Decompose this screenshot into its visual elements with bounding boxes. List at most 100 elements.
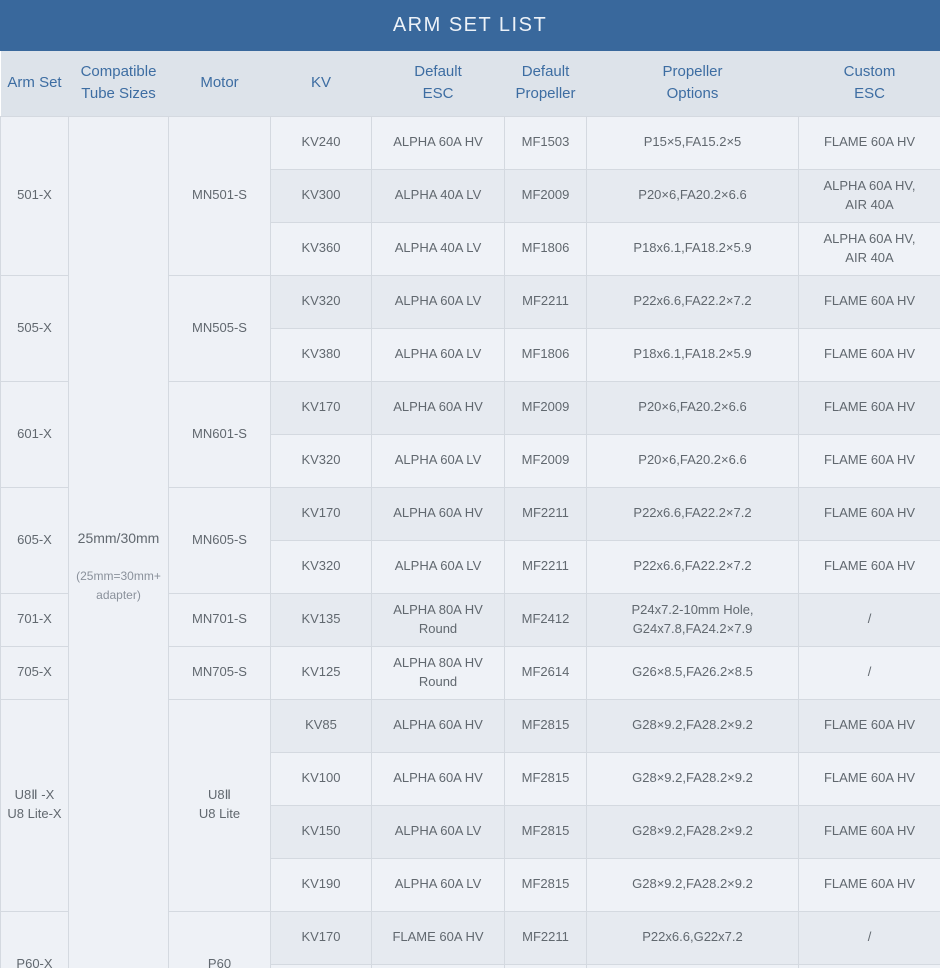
cell-kv: KV170 <box>271 487 372 540</box>
cell-arm-set: 705-X <box>1 646 69 699</box>
tube-size-note: (25mm=30mm+ adapter) <box>72 567 165 604</box>
cell-propeller-options: P24x7.2-10mm Hole, G24x7.8,FA24.2×7.9 <box>587 593 799 646</box>
cell-motor: MN505-S <box>169 275 271 381</box>
cell-arm-set: 601-X <box>1 381 69 487</box>
cell-default-esc: ALPHA 60A LV <box>372 275 505 328</box>
cell-arm-set: U8Ⅱ -X U8 Lite-X <box>1 699 69 911</box>
cell-default-esc: ALPHA 40A LV <box>372 169 505 222</box>
cell-custom-esc <box>799 964 940 968</box>
cell-motor: MN605-S <box>169 487 271 593</box>
column-header-custom-esc: Custom ESC <box>799 51 940 116</box>
cell-kv: KV360 <box>271 222 372 275</box>
header-row: Arm Set Compatible Tube Sizes Motor KV D… <box>1 51 940 116</box>
cell-kv: KV135 <box>271 593 372 646</box>
cell-default-propeller: MF2614 <box>505 646 587 699</box>
cell-propeller-options: G28×9.2,FA28.2×9.2 <box>587 752 799 805</box>
cell-propeller-options: G28×9.2,FA28.2×9.2 <box>587 699 799 752</box>
tube-size-main: 25mm/30mm <box>72 528 165 548</box>
column-header-arm-set: Arm Set <box>1 51 69 116</box>
cell-custom-esc: / <box>799 646 940 699</box>
cell-default-esc: ALPHA 60A HV <box>372 752 505 805</box>
cell-default-propeller: MF2815 <box>505 699 587 752</box>
cell-arm-set: 701-X <box>1 593 69 646</box>
column-header-motor: Motor <box>169 51 271 116</box>
cell-custom-esc: FLAME 60A HV <box>799 434 940 487</box>
column-header-default-propeller: Default Propeller <box>505 51 587 116</box>
cell-propeller-options: P22x6.6,FA22.2×7.2 <box>587 487 799 540</box>
cell-custom-esc: FLAME 60A HV <box>799 540 940 593</box>
cell-default-propeller: MF2815 <box>505 858 587 911</box>
cell-motor: U8Ⅱ U8 Lite <box>169 699 271 911</box>
cell-custom-esc: FLAME 60A HV <box>799 858 940 911</box>
cell-default-esc: ALPHA 60A HV <box>372 487 505 540</box>
cell-kv: KV300 <box>271 169 372 222</box>
cell-kv: KV100 <box>271 752 372 805</box>
cell-default-propeller: MF2211 <box>505 275 587 328</box>
cell-propeller-options: G26×8.5,FA26.2×8.5 <box>587 646 799 699</box>
cell-custom-esc: FLAME 60A HV <box>799 699 940 752</box>
cell-custom-esc: / <box>799 593 940 646</box>
cell-kv: KV380 <box>271 328 372 381</box>
cell-custom-esc: / <box>799 911 940 964</box>
cell-propeller-options: P15×5,FA15.2×5 <box>587 116 799 169</box>
cell-default-esc: ALPHA 80A HV Round <box>372 646 505 699</box>
column-header-kv: KV <box>271 51 372 116</box>
table-row: 501-X 25mm/30mm (25mm=30mm+ adapter) MN5… <box>1 116 940 169</box>
cell-motor: MN601-S <box>169 381 271 487</box>
cell-default-propeller: MF2009 <box>505 169 587 222</box>
cell-kv: KV150 <box>271 805 372 858</box>
cell-default-propeller: MF2009 <box>505 381 587 434</box>
cell-default-esc: ALPHA 60A LV <box>372 434 505 487</box>
cell-default-esc: ALPHA 60A LV <box>372 328 505 381</box>
cell-default-propeller: MF2211 <box>505 540 587 593</box>
cell-kv: KV320 <box>271 540 372 593</box>
page: ARM SET LIST Arm Set Compatible Tube Siz… <box>0 0 940 968</box>
cell-kv: KV320 <box>271 275 372 328</box>
cell-default-esc: ALPHA 60A LV <box>372 858 505 911</box>
cell-default-propeller: MF2211 <box>505 911 587 964</box>
cell-kv: KV85 <box>271 699 372 752</box>
cell-custom-esc: FLAME 60A HV <box>799 328 940 381</box>
cell-default-propeller: MF2412 <box>505 593 587 646</box>
cell-default-esc <box>372 964 505 968</box>
cell-default-esc: ALPHA 60A LV <box>372 805 505 858</box>
arm-set-table: Arm Set Compatible Tube Sizes Motor KV D… <box>0 51 940 968</box>
cell-propeller-options: P22x6.6,G22x7.2 <box>587 911 799 964</box>
cell-default-propeller: MF2009 <box>505 434 587 487</box>
cell-default-esc: ALPHA 60A LV <box>372 540 505 593</box>
cell-default-propeller <box>505 964 587 968</box>
cell-custom-esc: FLAME 60A HV <box>799 116 940 169</box>
cell-kv: KV170 <box>271 381 372 434</box>
cell-default-esc: ALPHA 60A HV <box>372 381 505 434</box>
cell-arm-set: P60-X <box>1 911 69 968</box>
cell-custom-esc: ALPHA 60A HV, AIR 40A <box>799 169 940 222</box>
column-header-propeller-options: Propeller Options <box>587 51 799 116</box>
cell-tube-sizes: 25mm/30mm (25mm=30mm+ adapter) <box>69 116 169 968</box>
cell-kv: KV320 <box>271 434 372 487</box>
cell-propeller-options: G28×9.2,FA28.2×9.2 <box>587 805 799 858</box>
cell-kv: KV190 <box>271 858 372 911</box>
cell-kv: KV240 <box>271 116 372 169</box>
cell-default-esc: ALPHA 60A HV <box>372 699 505 752</box>
cell-propeller-options: G28×9.2,FA28.2×9.2 <box>587 858 799 911</box>
cell-kv: KV170 <box>271 911 372 964</box>
page-title: ARM SET LIST <box>393 14 547 37</box>
cell-default-esc: FLAME 60A HV <box>372 911 505 964</box>
cell-arm-set: 505-X <box>1 275 69 381</box>
cell-propeller-options: P20×6,FA20.2×6.6 <box>587 169 799 222</box>
cell-kv <box>271 964 372 968</box>
column-header-tube-sizes: Compatible Tube Sizes <box>69 51 169 116</box>
cell-default-propeller: MF1503 <box>505 116 587 169</box>
cell-default-esc: ALPHA 80A HV Round <box>372 593 505 646</box>
cell-motor: MN701-S <box>169 593 271 646</box>
cell-custom-esc: FLAME 60A HV <box>799 275 940 328</box>
title-bar: ARM SET LIST <box>0 0 940 51</box>
cell-default-propeller: MF1806 <box>505 328 587 381</box>
cell-arm-set: 605-X <box>1 487 69 593</box>
cell-propeller-options: P18x6.1,FA18.2×5.9 <box>587 328 799 381</box>
cell-default-propeller: MF1806 <box>505 222 587 275</box>
cell-custom-esc: FLAME 60A HV <box>799 805 940 858</box>
cell-propeller-options: P22x6.6,FA22.2×7.2 <box>587 540 799 593</box>
cell-propeller-options: P18x6.1,FA18.2×5.9 <box>587 222 799 275</box>
cell-default-esc: ALPHA 60A HV <box>372 116 505 169</box>
